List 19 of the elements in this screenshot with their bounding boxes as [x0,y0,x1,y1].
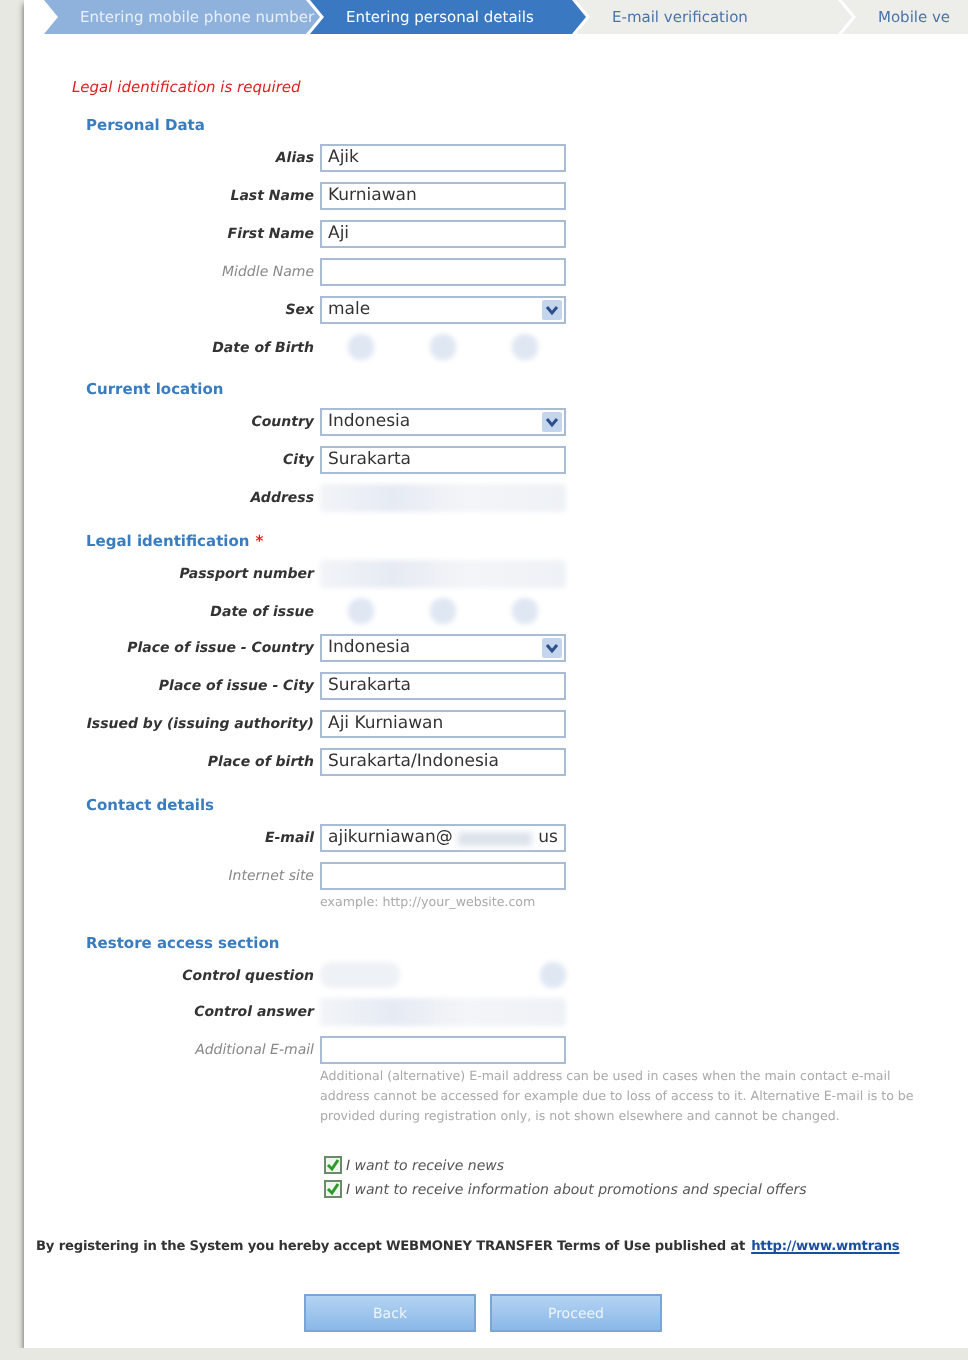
text-field[interactable]: Aji [320,220,566,248]
text-field[interactable]: Surakarta/Indonesia [320,748,566,776]
dropdown-arrow-icon [542,300,562,320]
dropdown-arrow-icon [542,638,562,658]
text-field[interactable] [320,862,566,890]
email-field[interactable]: ajikurniawan@ us [320,824,566,852]
text-field[interactable]: Surakarta [320,446,566,474]
text-field[interactable]: Aji Kurniawan [320,710,566,738]
dropdown-field[interactable]: male [320,296,566,324]
dropdown-field[interactable]: Indonesia [320,634,566,662]
text-field[interactable]: Ajik [320,144,566,172]
dropdown-arrow-icon [542,412,562,432]
text-field[interactable]: Kurniawan [320,182,566,210]
text-field[interactable] [320,1036,566,1064]
checkbox[interactable] [324,1156,342,1174]
dropdown-field[interactable]: Indonesia [320,408,566,436]
text-field[interactable]: Surakarta [320,672,566,700]
checkbox[interactable] [324,1180,342,1198]
text-field[interactable] [320,258,566,286]
